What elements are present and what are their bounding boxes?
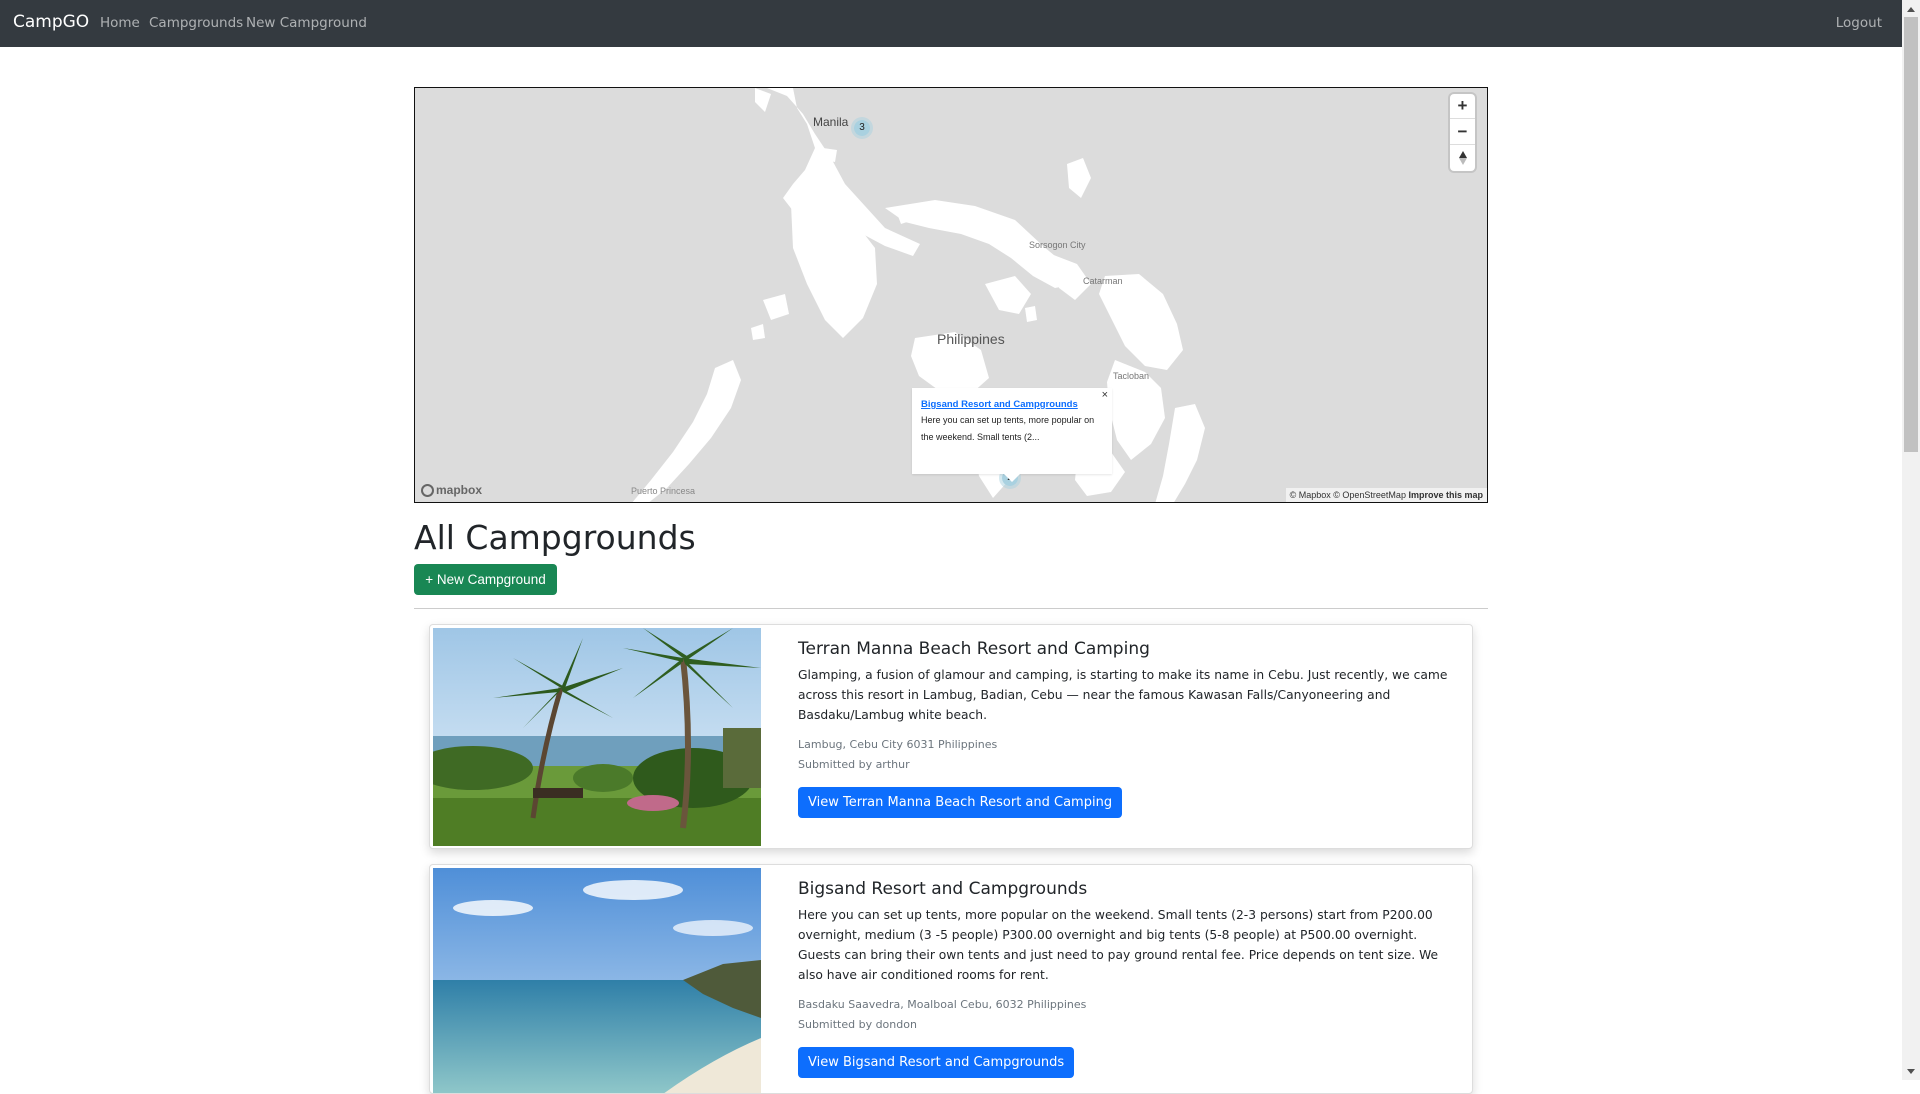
campground-image-sea-beach bbox=[433, 868, 761, 1093]
scrollbar-thumb[interactable] bbox=[1904, 17, 1918, 452]
nav-logout[interactable]: Logout bbox=[1836, 15, 1882, 31]
map-label-tacloban: Tacloban bbox=[1113, 371, 1150, 381]
new-campground-button[interactable]: + New Campground bbox=[414, 564, 557, 595]
campground-description: Glamping, a fusion of glamour and campin… bbox=[798, 668, 1448, 722]
mapbox-logo-text: mapbox bbox=[436, 483, 483, 497]
nav-home[interactable]: Home bbox=[100, 15, 140, 31]
campground-author: Submitted by arthur bbox=[798, 758, 910, 771]
map-label-puerto-princesa: Puerto Princesa bbox=[631, 486, 696, 496]
campground-description: Here you can set up tents, more popular … bbox=[798, 908, 1439, 982]
map-zoom-controls: + − bbox=[1450, 94, 1475, 171]
nav-new-campground[interactable]: New Campground bbox=[246, 15, 367, 31]
campground-author: Submitted by dondon bbox=[798, 1018, 917, 1031]
page-title: All Campgrounds bbox=[414, 518, 696, 557]
zoom-out-button[interactable]: − bbox=[1450, 120, 1475, 145]
campground-card: Terran Manna Beach Resort and Camping Gl… bbox=[429, 624, 1473, 849]
map-attribution: © Mapbox © OpenStreetMap Improve this ma… bbox=[1285, 488, 1487, 502]
campground-location: Basdaku Saavedra, Moalboal Cebu, 6032 Ph… bbox=[798, 998, 1087, 1011]
map-cluster-marker[interactable]: 3 bbox=[851, 117, 873, 139]
popup-text: Here you can set up tents, more popular … bbox=[921, 415, 1095, 442]
map-popup: × Bigsand Resort and Campgrounds Here yo… bbox=[912, 388, 1112, 482]
scroll-down-arrow-icon[interactable] bbox=[1902, 1063, 1920, 1080]
popup-close-button[interactable]: × bbox=[1102, 389, 1108, 401]
card-body: Terran Manna Beach Resort and Camping Gl… bbox=[798, 625, 1458, 818]
view-campground-button[interactable]: View Bigsand Resort and Campgrounds bbox=[798, 1047, 1075, 1078]
nav-campgrounds[interactable]: Campgrounds bbox=[149, 15, 243, 31]
mapbox-logo[interactable]: mapbox bbox=[421, 483, 482, 497]
compass-icon bbox=[1458, 151, 1467, 165]
page-scrollbar[interactable] bbox=[1902, 0, 1920, 1080]
compass-reset-button[interactable] bbox=[1450, 146, 1475, 171]
brand-link[interactable]: CampGO bbox=[13, 12, 89, 32]
campground-title: Terran Manna Beach Resort and Camping bbox=[798, 639, 1150, 659]
cluster-map[interactable]: Manila Philippines Sorsogon City Catarma… bbox=[414, 87, 1488, 503]
card-body: Bigsand Resort and Campgrounds Here you … bbox=[798, 865, 1458, 1078]
map-label-sorsogon: Sorsogon City bbox=[1029, 240, 1086, 250]
mapbox-logo-icon bbox=[421, 483, 434, 497]
map-label-manila: Manila bbox=[813, 115, 849, 129]
view-campground-button[interactable]: View Terran Manna Beach Resort and Campi… bbox=[798, 787, 1123, 818]
attribution-text[interactable]: © Mapbox © OpenStreetMap bbox=[1290, 490, 1406, 500]
scroll-up-arrow-icon[interactable] bbox=[1902, 0, 1920, 17]
campground-location: Lambug, Cebu City 6031 Philippines bbox=[798, 738, 998, 751]
campground-image-palm-beach bbox=[433, 628, 761, 846]
campground-card: Bigsand Resort and Campgrounds Here you … bbox=[429, 864, 1473, 1094]
popup-title-link[interactable]: Bigsand Resort and Campgrounds bbox=[921, 399, 1103, 410]
navbar: CampGO Home Campgrounds New Campground L… bbox=[0, 0, 1902, 47]
improve-map-link[interactable]: Improve this map bbox=[1408, 490, 1483, 500]
map-label-catarman: Catarman bbox=[1083, 276, 1123, 286]
campground-title: Bigsand Resort and Campgrounds bbox=[798, 879, 1088, 899]
zoom-in-button[interactable]: + bbox=[1450, 94, 1475, 119]
divider bbox=[414, 608, 1488, 609]
map-label-philippines: Philippines bbox=[937, 331, 1005, 347]
